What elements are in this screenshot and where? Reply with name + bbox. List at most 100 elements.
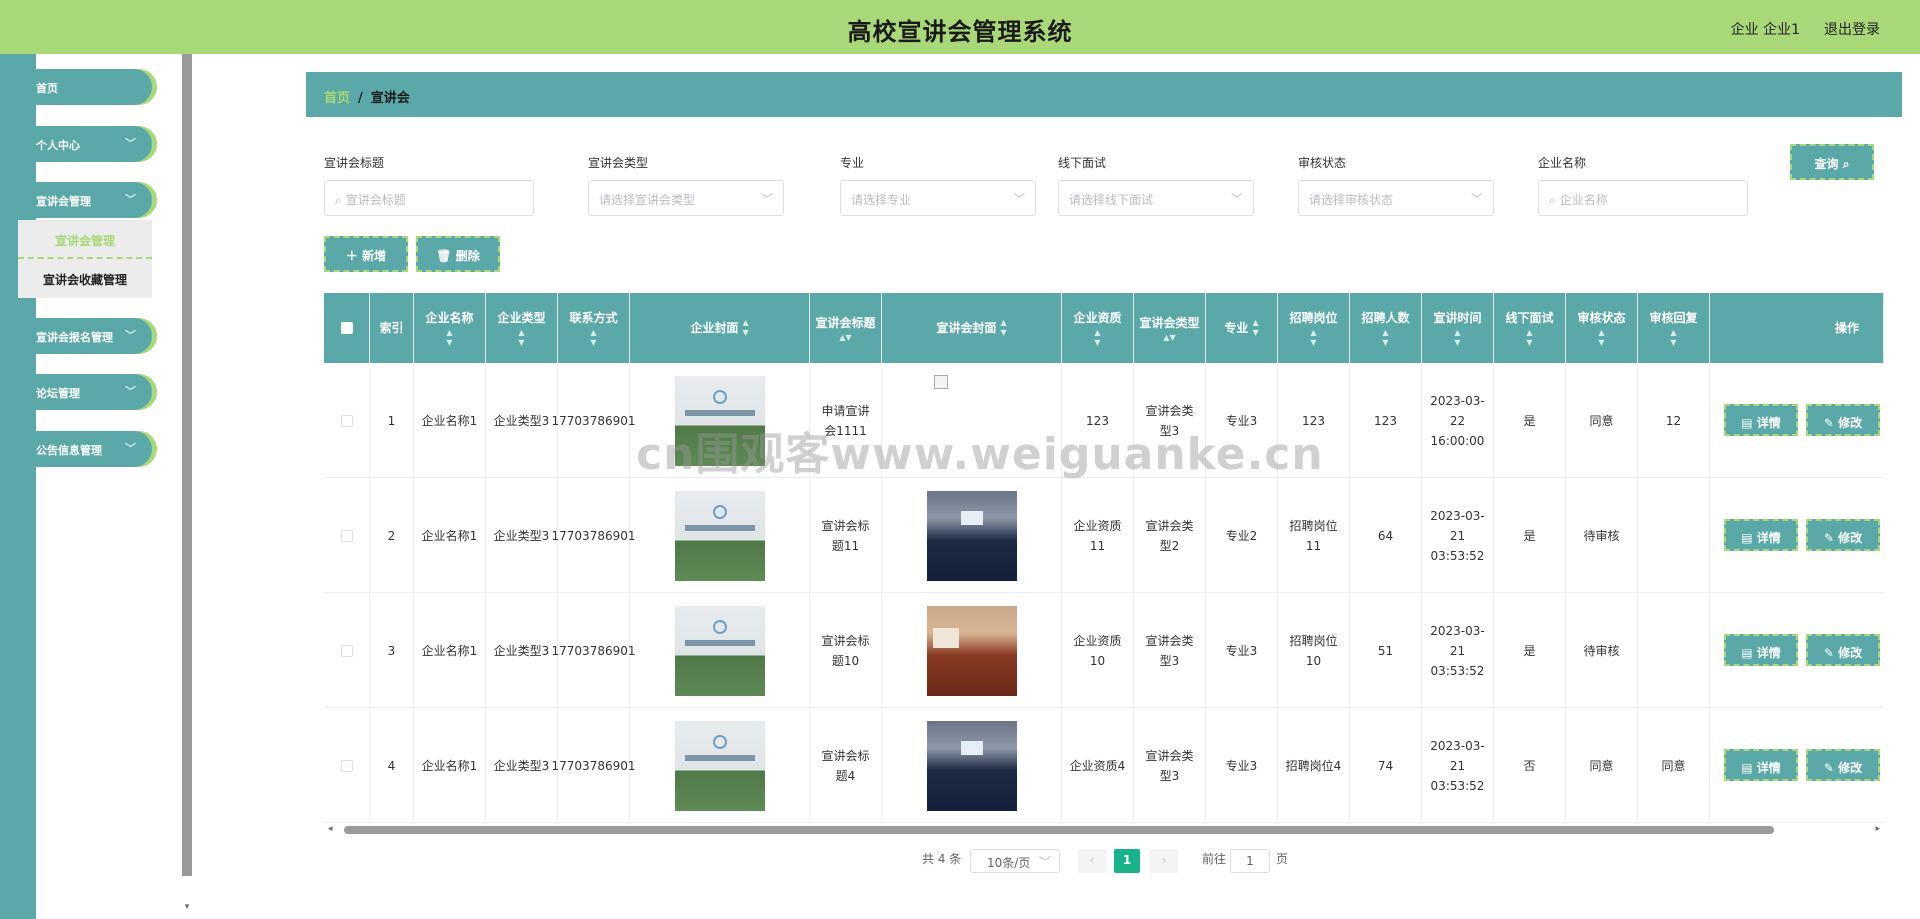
col-actions: 操作 [1710, 293, 1884, 363]
talk-cover-image[interactable] [926, 605, 1017, 696]
sort-icon[interactable]: ▲▼ [1001, 318, 1007, 338]
sort-icon[interactable]: ▲▼ [446, 328, 452, 348]
detail-button-label: 详情 [1756, 761, 1781, 775]
horizontal-scrollbar[interactable]: ◂ ▸ [324, 824, 1884, 836]
next-page-button[interactable]: › [1150, 849, 1178, 873]
sort-icon[interactable]: ▲▼ [1253, 318, 1259, 338]
scroll-right-arrow-icon[interactable]: ▸ [1875, 824, 1880, 834]
sort-icon[interactable]: ▲▼ [518, 328, 524, 348]
filter-offline-select[interactable]: 请选择线下面试 ﹀ [1058, 180, 1254, 216]
col-talk-cover[interactable]: 宣讲会封面 ▲ ▼ [882, 293, 1062, 363]
sort-icon[interactable]: ▲▼ [1310, 328, 1316, 348]
row-checkbox[interactable] [340, 414, 353, 427]
col-qualification[interactable]: 企业资质 ▲ ▼ [1062, 293, 1134, 363]
detail-button[interactable]: ▤ 详情 [1724, 634, 1798, 666]
cell-company-type: 企业类型3 [486, 593, 558, 708]
col-company[interactable]: 企业名称 ▲ ▼ [414, 293, 486, 363]
logout-link[interactable]: 退出登录 [1824, 19, 1880, 39]
sidebar-item-talk-management[interactable]: 宣讲会管理 ﹀ [18, 182, 152, 218]
cell-select[interactable] [324, 363, 370, 478]
sort-icon[interactable]: ▲▼ [839, 333, 851, 343]
scroll-down-arrow-icon[interactable]: ▾ [182, 902, 192, 912]
cell-select[interactable] [324, 708, 370, 823]
sort-icon[interactable]: ▲▼ [743, 318, 749, 338]
talk-cover-image[interactable] [926, 490, 1017, 581]
cell-select[interactable] [324, 478, 370, 593]
filter-offline-placeholder: 请选择线下面试 [1069, 193, 1154, 207]
prev-page-button[interactable]: ‹ [1078, 849, 1106, 873]
detail-button[interactable]: ▤ 详情 [1724, 519, 1798, 551]
filter-title-input[interactable]: ⌕ 宣讲会标题 [324, 180, 534, 216]
submenu-item-talk-management[interactable]: 宣讲会管理 [18, 220, 152, 259]
detail-button[interactable]: ▤ 详情 [1724, 404, 1798, 436]
sort-icon[interactable]: ▲▼ [1454, 328, 1460, 348]
cell-talk-cover [882, 593, 1062, 708]
col-reply[interactable]: 审核回复 ▲ ▼ [1638, 293, 1710, 363]
filter-audit-select[interactable]: 请选择审核状态 ﹀ [1298, 180, 1494, 216]
col-time[interactable]: 宣讲时间 ▲ ▼ [1422, 293, 1494, 363]
sidebar-item-registration[interactable]: 宣讲会报名管理 ﹀ [18, 318, 152, 354]
row-checkbox[interactable] [340, 644, 353, 657]
cell-offline: 是 [1494, 593, 1566, 708]
col-company-type[interactable]: 企业类型 ▲ ▼ [486, 293, 558, 363]
col-talk-title[interactable]: 宣讲会标题 ▲▼ [810, 293, 882, 363]
goto-page-input[interactable]: 1 [1230, 849, 1270, 873]
filter-type-select[interactable]: 请选择宣讲会类型 ﹀ [588, 180, 784, 216]
col-company-cover[interactable]: 企业封面 ▲ ▼ [630, 293, 810, 363]
sort-icon[interactable]: ▲▼ [1094, 328, 1100, 348]
company-cover-image[interactable] [674, 605, 765, 696]
cell-text: 3 [387, 643, 396, 658]
select-all-cell[interactable] [324, 293, 370, 363]
filter-company-input[interactable]: ⌕ 企业名称 [1538, 180, 1748, 216]
filter-major-select[interactable]: 请选择专业 ﹀ [840, 180, 1036, 216]
delete-button[interactable]: 🗑 删除 [416, 236, 500, 272]
edit-button[interactable]: ✎ 修改 [1806, 634, 1880, 666]
cell-select[interactable] [324, 593, 370, 708]
edit-button[interactable]: ✎ 修改 [1806, 519, 1880, 551]
col-phone[interactable]: 联系方式 ▲ ▼ [558, 293, 630, 363]
cell-talk-type: 宣讲会类型3 [1134, 708, 1206, 823]
detail-button-label: 详情 [1756, 531, 1781, 545]
col-post[interactable]: 招聘岗位 ▲ ▼ [1278, 293, 1350, 363]
breadcrumb-home[interactable]: 首页 [324, 91, 350, 106]
add-button[interactable]: ＋ 新增 [324, 236, 408, 272]
cell-index: 3 [370, 593, 414, 708]
sidebar-item-notice[interactable]: 公告信息管理 ﹀ [18, 431, 152, 467]
sort-icon[interactable]: ▲▼ [1670, 328, 1676, 348]
talk-cover-image[interactable] [926, 720, 1017, 811]
detail-button[interactable]: ▤ 详情 [1724, 749, 1798, 781]
col-talk-type[interactable]: 宣讲会类型 ▲▼ [1134, 293, 1206, 363]
sidebar-item-forum[interactable]: 论坛管理 ﹀ [18, 374, 152, 410]
col-major[interactable]: 专业 ▲ ▼ [1206, 293, 1278, 363]
col-offline[interactable]: 线下面试 ▲ ▼ [1494, 293, 1566, 363]
sort-icon[interactable]: ▲▼ [590, 328, 596, 348]
select-all-checkbox[interactable] [340, 322, 353, 334]
col-count[interactable]: 招聘人数 ▲ ▼ [1350, 293, 1422, 363]
cell-text: 2023-03-21 03:53:52 [1430, 738, 1485, 793]
breadcrumb-separator: / [358, 91, 363, 106]
horizontal-scroll-thumb[interactable] [344, 826, 1774, 834]
edit-button[interactable]: ✎ 修改 [1806, 404, 1880, 436]
scroll-left-arrow-icon[interactable]: ◂ [328, 824, 333, 834]
page-size-select[interactable]: 10条/页 ﹀ [970, 849, 1060, 873]
edit-button[interactable]: ✎ 修改 [1806, 749, 1880, 781]
sort-icon[interactable]: ▲▼ [1526, 328, 1532, 348]
submenu-item-favorites[interactable]: 宣讲会收藏管理 [18, 259, 152, 298]
sidebar-scrollbar[interactable] [182, 54, 192, 876]
sidebar-item-personal-center[interactable]: 个人中心 ﹀ [18, 126, 152, 162]
row-checkbox[interactable] [340, 529, 353, 542]
sort-icon[interactable]: ▲▼ [1163, 333, 1175, 343]
filter-offline-label: 线下面试 [1058, 156, 1107, 170]
search-button-label: 查询 [1814, 157, 1839, 171]
company-cover-image[interactable] [674, 490, 765, 581]
col-audit[interactable]: 审核状态 ▲ ▼ [1566, 293, 1638, 363]
page-number-current[interactable]: 1 [1114, 849, 1140, 873]
row-checkbox[interactable] [340, 759, 353, 772]
filter-title-label: 宣讲会标题 [324, 156, 385, 170]
sort-icon[interactable]: ▲▼ [1382, 328, 1388, 348]
company-cover-image[interactable] [674, 720, 765, 811]
document-icon: ▤ [1741, 416, 1753, 430]
search-button[interactable]: 查询 ⌕ [1790, 144, 1874, 180]
sidebar-item-home[interactable]: 首页 [18, 69, 152, 105]
sort-icon[interactable]: ▲▼ [1598, 328, 1604, 348]
